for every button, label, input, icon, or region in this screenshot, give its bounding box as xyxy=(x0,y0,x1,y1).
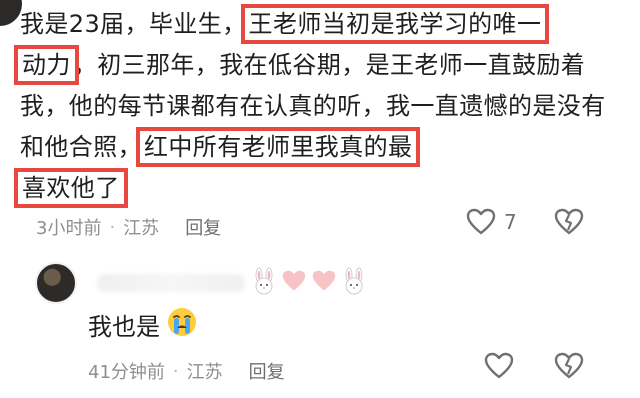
highlight-box: 喜欢他了 xyxy=(14,168,128,208)
dislike-button[interactable] xyxy=(554,208,584,236)
crying-face-icon xyxy=(166,306,198,348)
comment-location: 江苏 xyxy=(123,218,160,239)
meta-separator: · xyxy=(109,216,116,238)
broken-heart-icon xyxy=(554,352,584,380)
highlight-box: 动力 xyxy=(14,45,79,85)
highlight-box: 红中所有老师里我真的最 xyxy=(135,127,421,167)
pink-heart-icon xyxy=(311,269,337,297)
like-count: 7 xyxy=(504,210,517,234)
comment-body: 我是23届，毕业生，王老师当初是我学习的唯一 动力，初三那年，我在低谷期，是王老… xyxy=(14,4,620,209)
reply-header xyxy=(35,262,367,304)
like-button[interactable] xyxy=(484,352,514,380)
comment-time: 3小时前 xyxy=(36,218,102,239)
comment-meta: 3小时前 · 江苏 回复 xyxy=(36,214,221,240)
comment-segment: 我是23届，毕业生， xyxy=(20,10,247,38)
heart-outline-icon xyxy=(466,208,496,236)
broken-heart-icon xyxy=(554,208,584,236)
like-button[interactable]: 7 xyxy=(466,208,517,236)
bunny-icon xyxy=(251,267,277,299)
reply-message: 我也是 xyxy=(88,313,160,341)
meta-separator: · xyxy=(172,360,179,382)
dislike-button[interactable] xyxy=(554,352,584,380)
reply-button[interactable]: 回复 xyxy=(185,214,221,240)
reply-location: 江苏 xyxy=(186,362,223,383)
reply-time: 41分钟前 xyxy=(88,362,165,383)
reply-meta: 41分钟前 · 江苏 回复 xyxy=(88,358,285,384)
reply-username-blurred[interactable] xyxy=(97,274,245,292)
pink-heart-icon xyxy=(281,269,307,297)
reply-button[interactable]: 回复 xyxy=(249,358,285,384)
reply-avatar[interactable] xyxy=(35,262,77,304)
reply-body: 我也是 xyxy=(88,306,198,348)
heart-outline-icon xyxy=(484,352,514,380)
bunny-icon xyxy=(341,267,367,299)
commenter-avatar[interactable] xyxy=(0,0,22,26)
username-emojis xyxy=(251,267,367,299)
highlight-box: 王老师当初是我学习的唯一 xyxy=(240,4,550,44)
